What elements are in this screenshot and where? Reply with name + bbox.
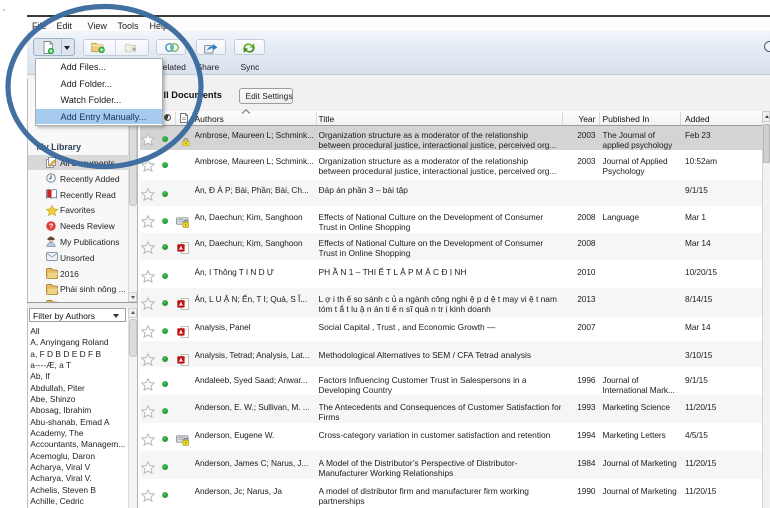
svg-text:?: ? (49, 221, 54, 230)
